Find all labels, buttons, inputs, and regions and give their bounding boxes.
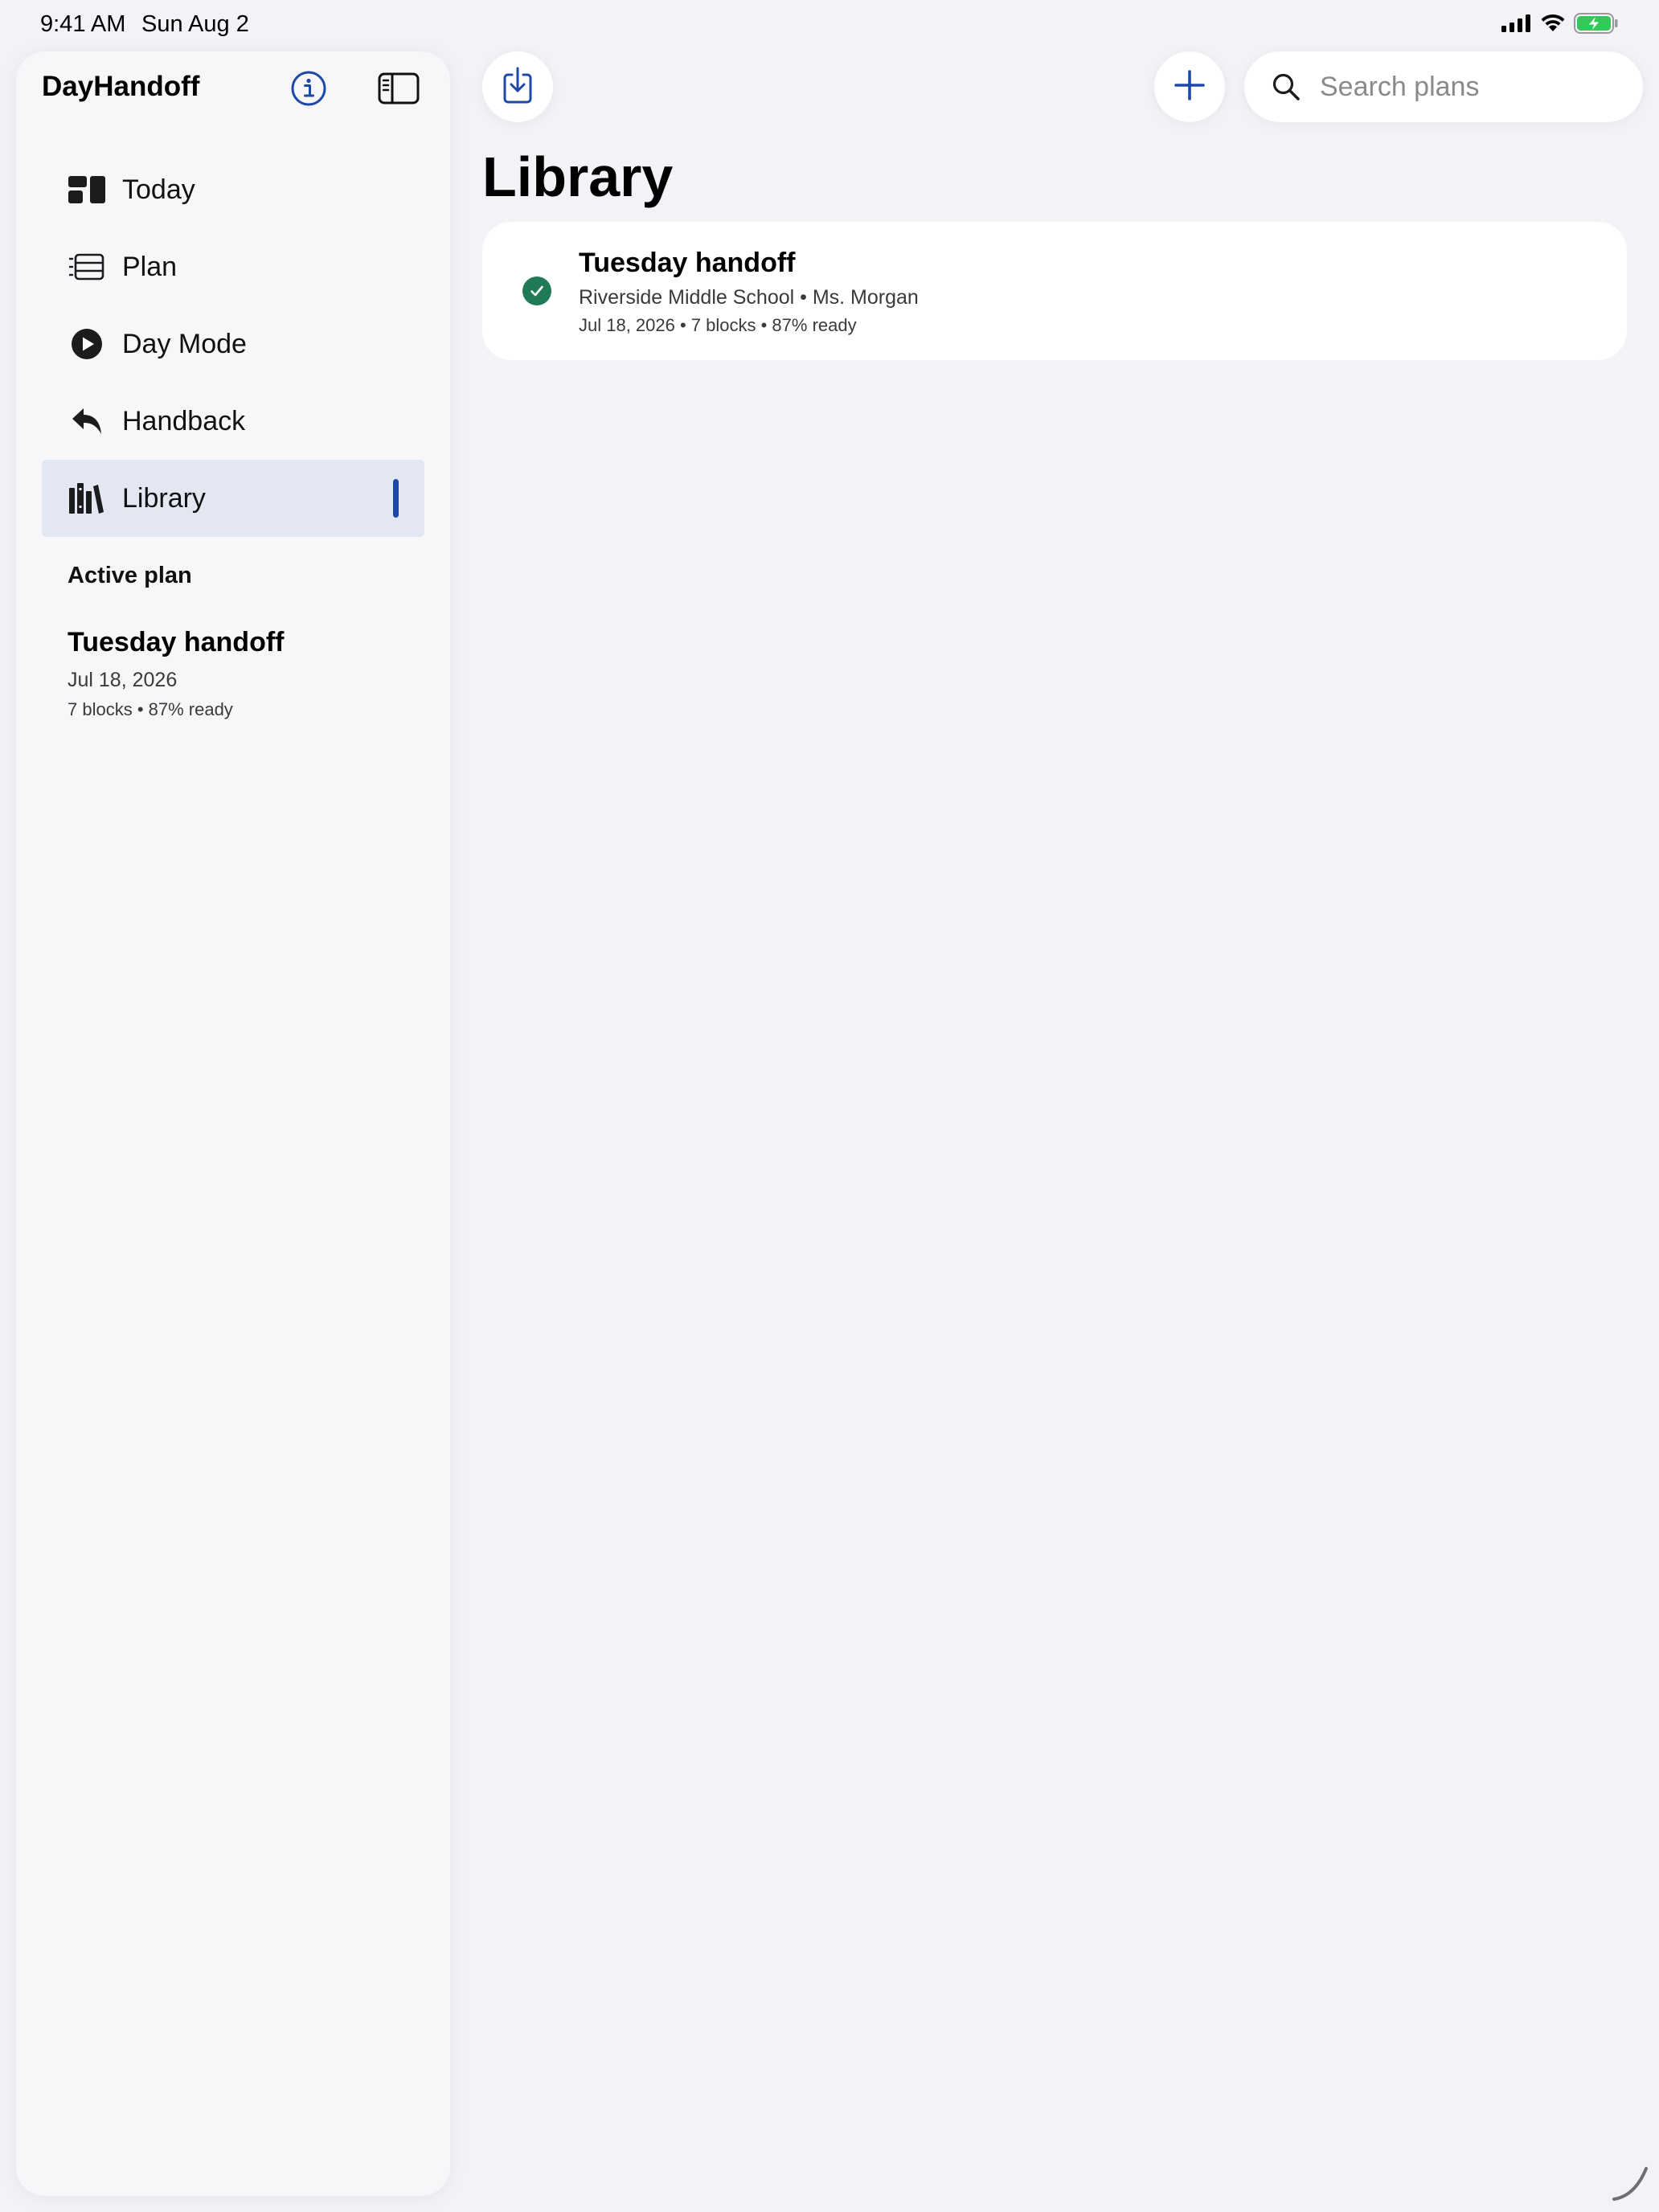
sidebar: DayHandoff Today Plan Day Mode Handback …	[16, 51, 450, 2196]
info-button[interactable]	[286, 68, 331, 113]
plan-card-title: Tuesday handoff	[579, 248, 796, 278]
sidebar-nav: Today Plan Day Mode Handback Library	[42, 151, 424, 537]
sidebar-item-label: Plan	[122, 251, 178, 282]
plan-list-icon	[68, 248, 106, 286]
plan-card-meta: Jul 18, 2026 • 7 blocks • 87% ready	[579, 315, 857, 335]
sidebar-item-handback[interactable]: Handback	[42, 383, 424, 460]
search-icon	[1270, 71, 1302, 103]
selected-indicator	[393, 479, 399, 518]
page-title: Library	[482, 145, 674, 208]
active-plan-heading: Active plan	[68, 563, 192, 588]
today-dashboard-icon	[68, 170, 106, 209]
plan-card[interactable]: Tuesday handoff Riverside Middle School …	[482, 222, 1627, 360]
sidebar-item-plan[interactable]: Plan	[42, 228, 424, 305]
sidebar-item-library[interactable]: Library	[42, 460, 424, 537]
sidebar-item-today[interactable]: Today	[42, 151, 424, 228]
sidebar-toggle-button[interactable]	[373, 68, 424, 113]
import-download-icon	[502, 67, 534, 108]
sidebar-item-label: Day Mode	[122, 328, 247, 359]
books-icon	[68, 479, 106, 518]
sidebar-item-label: Today	[122, 174, 195, 205]
plan-card-subtitle: Riverside Middle School • Ms. Morgan	[579, 286, 919, 309]
sidebar-header: DayHandoff	[16, 51, 450, 122]
status-time: 9:41 AM	[40, 11, 126, 37]
active-plan-title[interactable]: Tuesday handoff	[68, 627, 285, 658]
app-title: DayHandoff	[42, 71, 200, 102]
import-button[interactable]	[482, 51, 553, 122]
sidebar-item-label: Library	[122, 482, 206, 514]
sidebar-item-label: Handback	[122, 405, 246, 436]
resize-corner-indicator[interactable]	[1611, 2164, 1651, 2204]
active-plan-date: Jul 18, 2026	[68, 669, 178, 691]
status-icons	[1501, 13, 1619, 38]
cellular-signal-icon	[1501, 14, 1532, 36]
battery-charging-icon	[1574, 13, 1619, 38]
sidebar-item-day-mode[interactable]: Day Mode	[42, 305, 424, 383]
checkmark-circle-icon	[522, 276, 551, 305]
plus-icon	[1174, 69, 1206, 105]
wifi-icon	[1540, 14, 1566, 37]
search-field[interactable]	[1244, 51, 1643, 122]
status-bar: 9:41 AM Sun Aug 2	[0, 0, 1659, 51]
active-plan-meta: 7 blocks • 87% ready	[68, 699, 233, 719]
add-plan-button[interactable]	[1154, 51, 1225, 122]
reply-arrow-icon	[68, 402, 106, 440]
play-circle-icon	[68, 325, 106, 363]
sidebar-toggle-icon	[378, 72, 420, 109]
info-icon	[290, 70, 327, 111]
search-input[interactable]	[1318, 70, 1608, 104]
status-date: Sun Aug 2	[141, 11, 249, 37]
